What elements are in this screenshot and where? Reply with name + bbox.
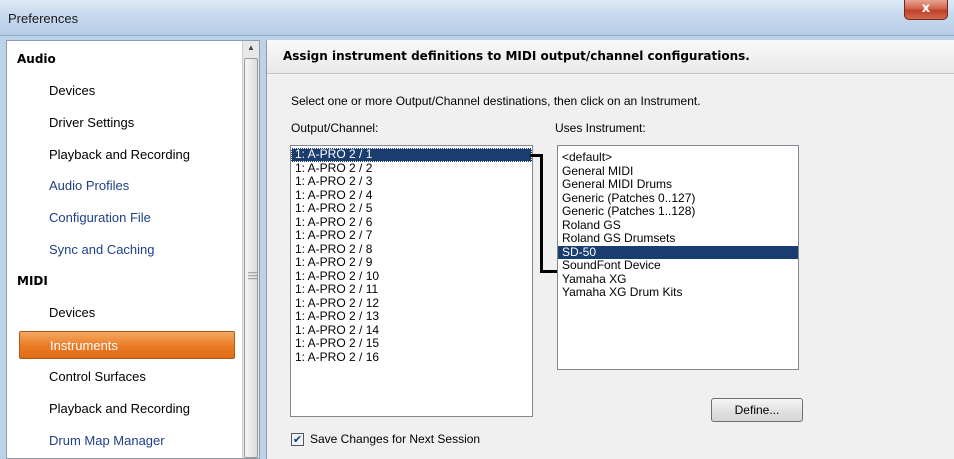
connector-line	[540, 270, 557, 273]
instrument-list-item[interactable]: General MIDI Drums	[558, 177, 798, 192]
instrument-list-item[interactable]: Yamaha XG	[558, 272, 798, 287]
window-title: Preferences	[8, 11, 79, 26]
output-list-item[interactable]: 1: A-PRO 2 / 10	[291, 269, 532, 284]
output-list-item[interactable]: 1: A-PRO 2 / 14	[291, 323, 532, 338]
preferences-tree[interactable]: ▲ — — — Audio Devices Driver Settings Playbac…	[6, 40, 260, 459]
output-channel-label: Output/Channel:	[291, 121, 379, 135]
save-changes-checkbox[interactable]: ✔ Save Changes for Next Session	[291, 431, 480, 447]
scroll-up-icon[interactable]: ▲	[247, 43, 255, 52]
instrument-list-item[interactable]: <default>	[558, 150, 798, 165]
instrument-list-item[interactable]: Generic (Patches 0..127)	[558, 191, 798, 206]
tree-item[interactable]: Control Surfaces	[7, 363, 235, 391]
instructions-text: Select one or more Output/Channel destin…	[291, 94, 701, 108]
checkbox-icon[interactable]: ✔	[291, 432, 304, 446]
uses-instrument-label: Uses Instrument:	[555, 121, 646, 135]
panel-header: Assign instrument definitions to MIDI ou…	[267, 40, 954, 74]
output-channel-list[interactable]: 1: A-PRO 2 / 1 1: A-PRO 2 / 2 1: A-PRO 2 /…	[290, 145, 533, 417]
output-list-item[interactable]: 1: A-PRO 2 / 12	[291, 296, 532, 311]
output-list-item[interactable]: 1: A-PRO 2 / 4	[291, 188, 532, 203]
output-list-item[interactable]: 1: A-PRO 2 / 6	[291, 215, 532, 230]
output-list-item[interactable]: 1: A-PRO 2 / 2	[291, 161, 532, 176]
tree-item[interactable]: Devices	[7, 299, 235, 327]
instruments-panel: Assign instrument definitions to MIDI ou…	[266, 40, 954, 459]
tree-item[interactable]: Drum Map Manager	[7, 427, 235, 455]
output-list-item[interactable]: 1: A-PRO 2 / 13	[291, 309, 532, 324]
close-button[interactable]: x	[904, 0, 948, 20]
scrollbar-thumb[interactable]: — — —	[244, 58, 258, 458]
instrument-list-item[interactable]: SD-50	[558, 245, 798, 259]
output-list-item[interactable]: 1: A-PRO 2 / 11	[291, 282, 532, 297]
output-list-item[interactable]: 1: A-PRO 2 / 5	[291, 201, 532, 216]
tree-item[interactable]: Playback and Recording	[7, 141, 235, 169]
tree-item[interactable]: Sync and Caching	[7, 236, 235, 264]
grip-icon: — — —	[248, 267, 257, 283]
output-list-item[interactable]: 1: A-PRO 2 / 3	[291, 174, 532, 189]
output-list-item[interactable]: 1: A-PRO 2 / 16	[291, 350, 532, 365]
tree-item[interactable]: Playback and Recording	[7, 395, 235, 423]
output-list-item[interactable]: 1: A-PRO 2 / 15	[291, 336, 532, 351]
tree-item[interactable]: Audio Profiles	[7, 172, 235, 200]
tree-item[interactable]: MIDI	[7, 267, 235, 295]
instrument-list-item[interactable]: Generic (Patches 1..128)	[558, 204, 798, 219]
define-button[interactable]: Define...	[711, 398, 803, 422]
close-icon: x	[921, 1, 931, 16]
instrument-list-item[interactable]: Roland GS Drumsets	[558, 231, 798, 246]
tree-item[interactable]: Configuration File	[7, 204, 235, 232]
tree-item[interactable]: Audio	[7, 45, 235, 73]
title-bar: Preferences x	[0, 0, 954, 36]
instrument-list[interactable]: <default> General MIDI General MIDI Drums G…	[557, 145, 799, 370]
instrument-list-item[interactable]: General MIDI	[558, 164, 798, 179]
connector-line	[540, 154, 543, 273]
output-list-item[interactable]: 1: A-PRO 2 / 8	[291, 242, 532, 257]
instrument-list-item[interactable]: Roland GS	[558, 218, 798, 233]
output-list-item[interactable]: 1: A-PRO 2 / 1	[291, 147, 532, 162]
tree-item[interactable]: Driver Settings	[7, 109, 235, 137]
instrument-list-item[interactable]: SoundFont Device	[558, 258, 798, 273]
tree-item[interactable]: Devices	[7, 77, 235, 105]
output-list-item[interactable]: 1: A-PRO 2 / 7	[291, 228, 532, 243]
tree-item[interactable]: Instruments	[19, 331, 235, 359]
tree-scrollbar[interactable]: ▲ — — —	[242, 41, 259, 458]
instrument-list-item[interactable]: Yamaha XG Drum Kits	[558, 285, 798, 300]
save-changes-label: Save Changes for Next Session	[310, 432, 481, 446]
output-list-item[interactable]: 1: A-PRO 2 / 9	[291, 255, 532, 270]
panel-header-text: Assign instrument definitions to MIDI ou…	[283, 49, 750, 63]
